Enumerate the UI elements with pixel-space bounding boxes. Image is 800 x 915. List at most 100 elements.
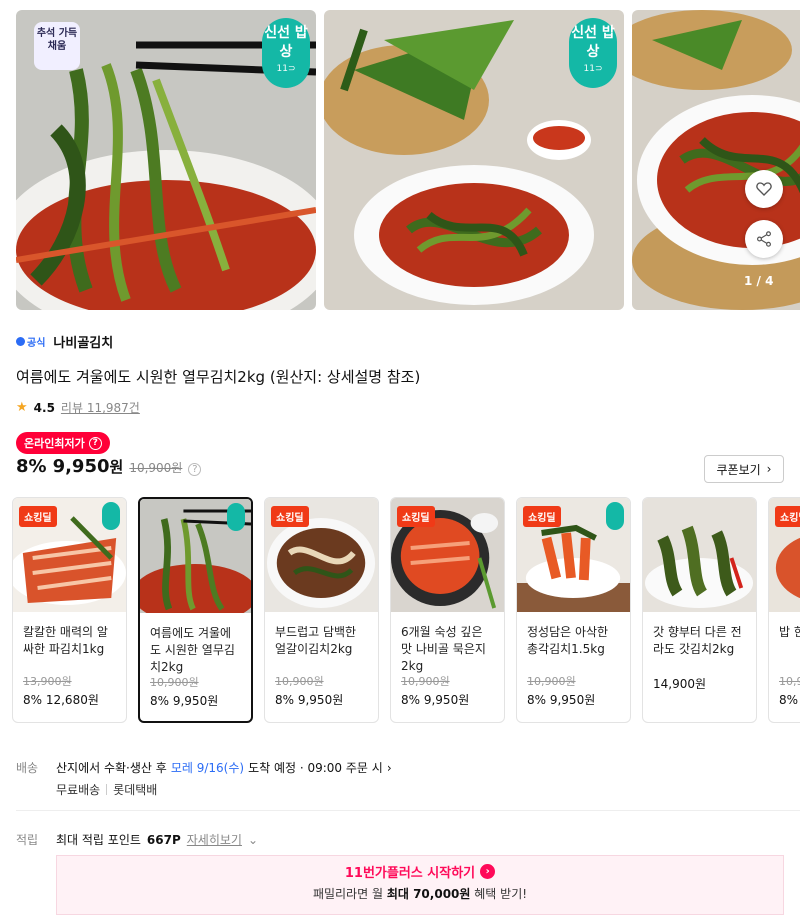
- delivery-sub: 무료배송 롯데택배: [56, 781, 157, 798]
- card-name: 여름에도 겨울에도 시원한 열무김치2kg: [150, 626, 235, 674]
- sale-price: 9,950: [52, 456, 110, 477]
- card-name: 밥 한 집밥 배추: [779, 625, 800, 639]
- shocking-deal-badge: 쇼킹딜: [271, 506, 309, 527]
- card-original-price: 10,900원: [150, 676, 199, 689]
- rating-value: 4.5: [33, 400, 55, 415]
- section-divider: [16, 810, 800, 811]
- arrival-date: 모레 9/16(수): [170, 761, 245, 775]
- official-badge: 공식: [16, 334, 45, 349]
- product-thumbnail: [140, 499, 251, 613]
- plus-subtitle: 패밀리라면 월 최대 70,000원 혜택 받기!: [57, 885, 783, 902]
- product-card-selected[interactable]: 여름에도 겨울에도 시원한 열무김치2kg 10,900원 8% 9,950원: [138, 497, 253, 723]
- product-card[interactable]: 갓 향부터 다른 전라도 갓김치2kg 14,900원: [642, 497, 757, 723]
- product-card[interactable]: 쇼킹딜 정성담은 아삭한 총각김치1.5kg 10,900원 8% 9,950원: [516, 497, 631, 723]
- shocking-deal-badge: 쇼킹딜: [775, 506, 800, 527]
- shocking-deal-badge: 쇼킹딜: [19, 506, 57, 527]
- fresh-badge-sub-2: 11⊃: [583, 64, 603, 74]
- delivery-info[interactable]: 산지에서 수확·생산 후 모레 9/16(수) 도착 예정 · 09:00 주문…: [56, 759, 392, 776]
- plus-promo-banner[interactable]: 11번가플러스 시작하기 › 패밀리라면 월 최대 70,000원 혜택 받기!: [56, 855, 784, 915]
- card-price: 8% 9,950원: [275, 693, 344, 707]
- points-text: 최대 적립 포인트: [56, 833, 141, 847]
- card-original-price: 10,900원: [401, 675, 450, 688]
- seller-row: 공식 나비골김치: [16, 332, 113, 351]
- card-price: 14,900원: [653, 677, 707, 691]
- price-info-icon[interactable]: ?: [188, 463, 202, 476]
- product-thumbnail: [643, 498, 756, 612]
- original-price: 10,900원: [129, 461, 183, 475]
- product-photo-3[interactable]: [632, 10, 800, 310]
- card-original-price: 10,900원: [275, 675, 324, 688]
- points-value: 667P: [146, 832, 181, 847]
- lowest-price-label: 온라인최저가: [24, 437, 85, 450]
- product-thumbnail: 쇼킹딜: [13, 498, 126, 612]
- lowest-price-badge[interactable]: 온라인최저가 ?: [16, 432, 110, 454]
- shocking-deal-badge: 쇼킹딜: [523, 506, 561, 527]
- product-thumbnail: 쇼킹딜: [265, 498, 378, 612]
- carrier: 롯데택배: [113, 783, 158, 797]
- card-name: 갓 향부터 다른 전라도 갓김치2kg: [653, 625, 742, 656]
- fresh-badge-sub: 11⊃: [276, 64, 296, 74]
- fresh-badge-label-2: 신선 밥상: [571, 25, 615, 60]
- fresh-mini-badge: [606, 502, 624, 530]
- card-name: 정성담은 아삭한 총각김치1.5kg: [527, 625, 609, 656]
- share-button[interactable]: [745, 220, 783, 258]
- product-thumbnail: 쇼킹딜: [391, 498, 504, 612]
- rating-row: ★ 4.5 리뷰 11,987건: [16, 399, 140, 416]
- points-info: 최대 적립 포인트 667P 자세히보기 ⌄: [56, 831, 258, 848]
- price-unit: 원: [109, 458, 124, 476]
- plus-title-text: 11번가플러스 시작하기: [344, 866, 476, 881]
- delivery-label: 배송: [16, 761, 39, 775]
- card-price: 8% 9,950원: [150, 694, 219, 708]
- divider: [106, 784, 108, 795]
- seller-name[interactable]: 나비골김치: [53, 332, 113, 351]
- card-original-price: 10,900원: [527, 675, 576, 688]
- arrow-right-icon: ›: [480, 864, 496, 879]
- product-title: 여름에도 겨울에도 시원한 열무김치2kg (원산지: 상세설명 참조): [16, 368, 421, 386]
- product-image-gallery[interactable]: 추석 가득채움 신선 밥상 11⊃ 신선 밥상 11⊃ 1 / 4: [0, 0, 800, 318]
- card-price: 8% 12,680원: [23, 693, 99, 707]
- check-icon: [16, 337, 25, 346]
- question-icon: ?: [88, 436, 102, 450]
- chuseok-badge: 추석 가득채움: [34, 22, 80, 70]
- chevron-down-icon[interactable]: ⌄: [248, 833, 258, 847]
- fresh-badge-label: 신선 밥상: [264, 25, 308, 60]
- fresh-mini-badge: [102, 502, 120, 530]
- plus-sub-post: 혜택 받기!: [474, 887, 528, 901]
- card-original-price: 10,9: [779, 675, 800, 688]
- product-card[interactable]: 쇼킹딜 부드럽고 담백한 얼갈이김치2kg 10,900원 8% 9,950원: [264, 497, 379, 723]
- official-label: 공식: [27, 338, 46, 349]
- shocking-deal-badge: 쇼킹딜: [397, 506, 435, 527]
- discount-rate: 8%: [16, 456, 47, 477]
- card-name: 6개월 숙성 깊은 맛 나비골 묵은지2kg: [401, 625, 486, 673]
- card-original-price: 13,900원: [23, 675, 72, 688]
- product-card[interactable]: 쇼킹딜 밥 한 집밥 배추 10,9 8%: [768, 497, 800, 723]
- product-thumbnail: 쇼킹딜: [517, 498, 630, 612]
- share-icon: [757, 231, 771, 247]
- free-shipping: 무료배송: [56, 783, 101, 797]
- card-price: 8%: [779, 693, 799, 707]
- card-name: 부드럽고 담백한 얼갈이김치2kg: [275, 625, 357, 656]
- review-link[interactable]: 리뷰 11,987건: [61, 399, 140, 416]
- delivery-text-2: 도착 예정 · 09:00 주문 시: [248, 761, 383, 775]
- heart-icon: [756, 182, 772, 196]
- chevron-right-icon: ›: [766, 462, 772, 476]
- product-card[interactable]: 쇼킹딜 6개월 숙성 깊은 맛 나비골 묵은지2kg 10,900원 8% 9,…: [390, 497, 505, 723]
- fresh-mini-badge: [227, 503, 245, 531]
- points-label: 적립: [16, 833, 39, 847]
- fresh-table-badge-2: 신선 밥상 11⊃: [569, 18, 617, 88]
- plus-title: 11번가플러스 시작하기 ›: [344, 862, 496, 881]
- product-thumbnail: 쇼킹딜: [769, 498, 800, 612]
- wishlist-button[interactable]: [745, 170, 783, 208]
- card-name: 칼칼한 매력의 알싸한 파김치1kg: [23, 625, 108, 656]
- delivery-text-1: 산지에서 수확·생산 후: [56, 761, 167, 775]
- chevron-right-icon: ›: [386, 760, 392, 775]
- product-card[interactable]: 쇼킹딜 칼칼한 매력의 알싸한 파김치1kg 13,900원 8% 12,680…: [12, 497, 127, 723]
- card-price: 8% 9,950원: [527, 693, 596, 707]
- fresh-table-badge: 신선 밥상 11⊃: [262, 18, 310, 88]
- star-icon: ★: [16, 400, 28, 415]
- related-products-carousel[interactable]: 쇼킹딜 칼칼한 매력의 알싸한 파김치1kg 13,900원 8% 12,680…: [12, 497, 800, 727]
- coupon-button[interactable]: 쿠폰보기 ›: [704, 455, 784, 483]
- coupon-label: 쿠폰보기: [716, 462, 761, 477]
- plus-sub-pre: 패밀리라면 월: [312, 887, 383, 901]
- points-detail-link[interactable]: 자세히보기: [187, 831, 242, 848]
